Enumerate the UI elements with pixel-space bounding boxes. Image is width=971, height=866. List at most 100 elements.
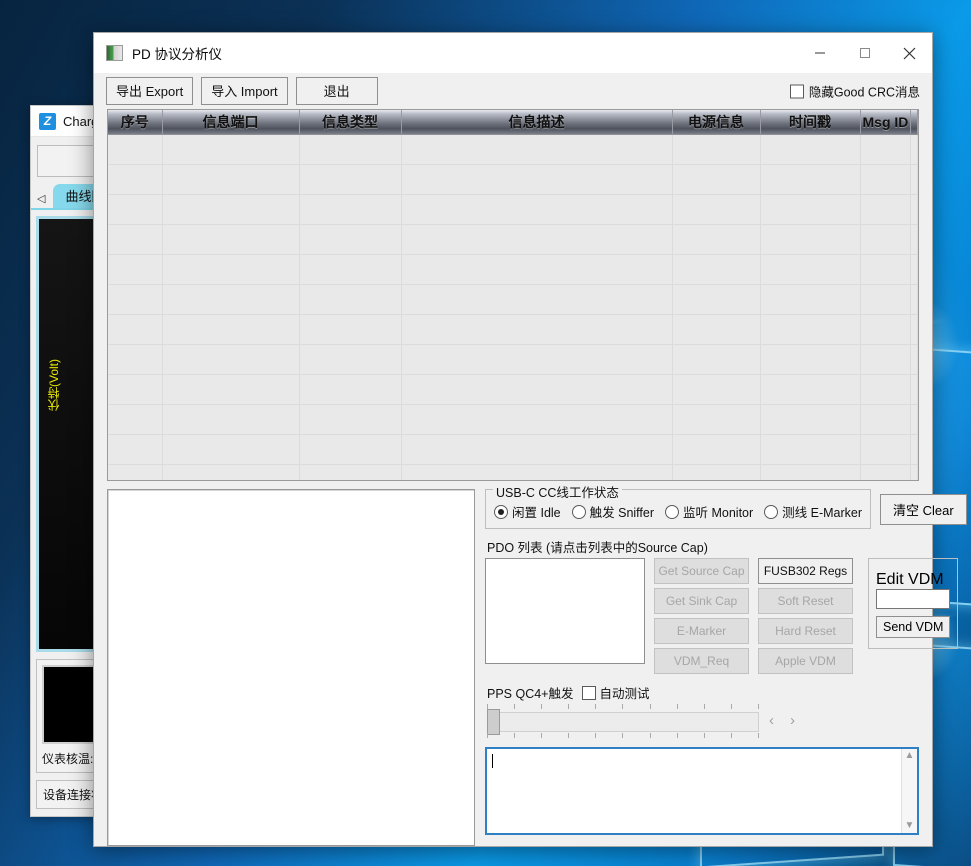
table-header-row: 序号 信息端口 信息类型 信息描述 电源信息 时间戳 Msg ID xyxy=(108,110,918,135)
table-row[interactable] xyxy=(108,165,918,195)
import-button[interactable]: 导入 Import xyxy=(201,77,287,105)
table-row[interactable] xyxy=(108,225,918,255)
pd-analyzer-window[interactable]: PD 协议分析仪 导出 Export 导入 Import 退出 隐藏Good xyxy=(93,32,933,847)
table-cell xyxy=(672,225,760,255)
pdo-list-label: PDO 列表 (请点击列表中的Source Cap) xyxy=(487,537,919,556)
console-output[interactable]: ▲ ▼ xyxy=(485,747,919,835)
table-row[interactable] xyxy=(108,405,918,435)
table-header-cell[interactable]: 信息端口 xyxy=(162,110,299,135)
radio-icon xyxy=(665,505,679,519)
console-scrollbar[interactable]: ▲ ▼ xyxy=(901,749,917,833)
get-source-cap-button[interactable]: Get Source Cap xyxy=(654,558,749,584)
export-button[interactable]: 导出 Export xyxy=(106,77,193,105)
table-row[interactable] xyxy=(108,375,918,405)
vdm-req-button[interactable]: VDM_Req xyxy=(654,648,749,674)
table-cell xyxy=(760,225,860,255)
table-cell xyxy=(299,405,401,435)
checkbox-icon xyxy=(790,84,804,98)
table-row[interactable] xyxy=(108,255,918,285)
table-row[interactable] xyxy=(108,195,918,225)
table-cell xyxy=(760,165,860,195)
lower-section: USB-C CC线工作状态 闲置 Idle 触发 Sniffer xyxy=(94,481,932,846)
minimize-icon[interactable] xyxy=(797,33,842,73)
hide-goodcrc-checkbox[interactable]: 隐藏Good CRC消息 xyxy=(790,82,920,101)
slider-thumb[interactable] xyxy=(487,709,500,735)
table-body xyxy=(108,135,918,482)
radio-idle[interactable]: 闲置 Idle xyxy=(494,502,561,521)
table-cell xyxy=(910,345,918,375)
table-cell xyxy=(860,465,910,482)
table-cell xyxy=(860,225,910,255)
message-table[interactable]: 序号 信息端口 信息类型 信息描述 电源信息 时间戳 Msg ID xyxy=(107,109,919,481)
table-row[interactable] xyxy=(108,435,918,465)
table-header-cell[interactable]: 信息类型 xyxy=(299,110,401,135)
table-cell xyxy=(860,285,910,315)
table-cell xyxy=(672,195,760,225)
table-cell xyxy=(910,165,918,195)
apple-vdm-button[interactable]: Apple VDM xyxy=(758,648,853,674)
table-cell xyxy=(108,255,162,285)
table-cell xyxy=(760,435,860,465)
radio-emarker[interactable]: 测线 E-Marker xyxy=(764,502,862,521)
control-column: USB-C CC线工作状态 闲置 Idle 触发 Sniffer xyxy=(485,489,919,846)
app-icon xyxy=(106,45,123,61)
table-cell xyxy=(672,285,760,315)
table-cell xyxy=(401,465,672,482)
table-header-cell[interactable]: 时间戳 xyxy=(760,110,860,135)
soft-reset-button[interactable]: Soft Reset xyxy=(758,588,853,614)
slider-ticks-bottom xyxy=(487,733,759,738)
table-cell xyxy=(672,465,760,482)
table-cell xyxy=(401,255,672,285)
charger-app-icon: Z xyxy=(39,113,56,130)
table-cell xyxy=(162,405,299,435)
table-cell xyxy=(162,345,299,375)
table-cell xyxy=(299,375,401,405)
table-row[interactable] xyxy=(108,465,918,482)
table-cell xyxy=(299,435,401,465)
table-row[interactable] xyxy=(108,135,918,165)
table-header-cell[interactable]: 序号 xyxy=(108,110,162,135)
table-row[interactable] xyxy=(108,315,918,345)
radio-emarker-label: 测线 E-Marker xyxy=(782,502,862,521)
maximize-icon[interactable] xyxy=(842,33,887,73)
auto-test-checkbox[interactable]: 自动测试 xyxy=(582,683,650,702)
table-cell xyxy=(910,405,918,435)
console-text-area[interactable] xyxy=(487,749,901,833)
table-header-cell[interactable]: Msg ID xyxy=(860,110,910,135)
chevron-right-icon[interactable]: › xyxy=(790,712,795,729)
table-cell xyxy=(910,135,918,165)
pdo-list[interactable] xyxy=(485,558,645,664)
table-cell xyxy=(760,405,860,435)
chevron-down-icon[interactable]: ▼ xyxy=(905,821,915,831)
table-cell xyxy=(672,435,760,465)
table-row[interactable] xyxy=(108,345,918,375)
edit-vdm-group: Edit VDM Send VDM xyxy=(868,558,958,649)
tab-prev-icon[interactable]: ◁ xyxy=(35,192,49,208)
pps-slider[interactable] xyxy=(487,704,759,738)
e-marker-button[interactable]: E-Marker xyxy=(654,618,749,644)
table-cell xyxy=(401,135,672,165)
table-header-cell[interactable]: 电源信息 xyxy=(672,110,760,135)
chevron-up-icon[interactable]: ▲ xyxy=(905,751,915,761)
chevron-left-icon[interactable]: ‹ xyxy=(769,712,774,729)
clear-button[interactable]: 清空 Clear xyxy=(880,494,967,525)
radio-monitor[interactable]: 监听 Monitor xyxy=(665,502,753,521)
cc-state-group: USB-C CC线工作状态 闲置 Idle 触发 Sniffer xyxy=(485,489,871,529)
radio-sniffer[interactable]: 触发 Sniffer xyxy=(572,502,654,521)
table-cell xyxy=(672,375,760,405)
log-panel[interactable] xyxy=(107,489,475,846)
exit-button[interactable]: 退出 xyxy=(296,77,378,105)
table-cell xyxy=(108,135,162,165)
vdm-input[interactable] xyxy=(876,589,950,609)
close-icon[interactable] xyxy=(887,33,932,73)
table-header-cell[interactable]: 信息描述 xyxy=(401,110,672,135)
send-vdm-button[interactable]: Send VDM xyxy=(876,616,950,638)
table-row[interactable] xyxy=(108,285,918,315)
titlebar: PD 协议分析仪 xyxy=(94,33,932,73)
table-cell xyxy=(910,465,918,482)
fusb302-regs-button[interactable]: FUSB302 Regs xyxy=(758,558,853,584)
get-sink-cap-button[interactable]: Get Sink Cap xyxy=(654,588,749,614)
hard-reset-button[interactable]: Hard Reset xyxy=(758,618,853,644)
table-cell xyxy=(401,165,672,195)
pdo-area: Get Source Cap Get Sink Cap E-Marker VDM… xyxy=(485,558,919,674)
